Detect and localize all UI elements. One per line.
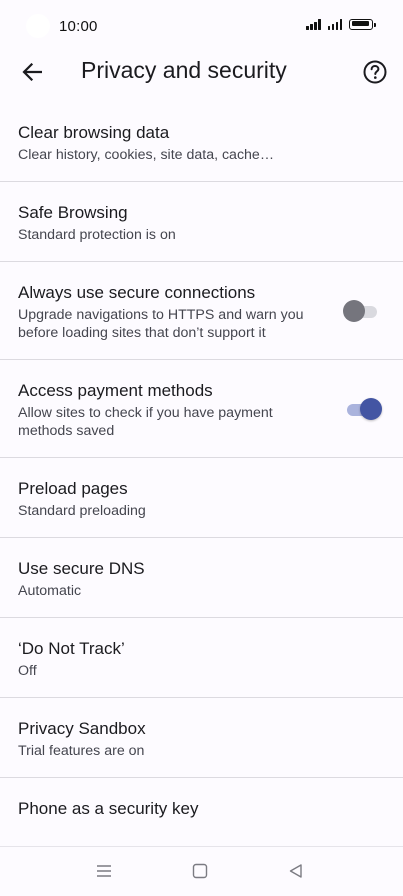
setting-subtitle: Standard protection is on [18,227,176,243]
setting-text: Clear browsing data Clear history, cooki… [18,122,385,164]
setting-subtitle: Clear history, cookies, site data, cache… [18,147,275,163]
secure-connections-toggle[interactable] [343,299,381,323]
setting-subtitle: Upgrade navigations to HTTPS and warn yo… [18,307,304,341]
status-icons [306,19,376,30]
setting-title: Privacy Sandbox [18,719,146,738]
setting-title: ‘Do Not Track’ [18,639,125,658]
setting-access-payment-methods[interactable]: Access payment methods Allow sites to ch… [0,360,403,458]
setting-text: Privacy Sandbox Trial features are on [18,718,385,760]
setting-text: Phone as a security key [18,798,385,818]
camera-cutout [26,14,50,38]
home-square-icon [192,863,208,879]
setting-phone-as-security-key[interactable]: Phone as a security key [0,778,403,818]
setting-title: Always use secure connections [18,283,256,302]
app-bar: Privacy and security [0,52,403,92]
setting-text: Preload pages Standard preloading [18,478,385,520]
battery-icon [349,19,376,30]
setting-privacy-sandbox[interactable]: Privacy Sandbox Trial features are on [0,698,403,778]
help-button[interactable] [362,59,388,85]
home-button[interactable] [191,863,211,881]
setting-title: Safe Browsing [18,203,128,222]
signal-icon [327,19,342,30]
setting-title: Access payment methods [18,381,213,400]
setting-do-not-track[interactable]: ‘Do Not Track’ Off [0,618,403,698]
status-time: 10:00 [59,18,98,35]
toggle-thumb [343,299,365,322]
system-nav-bar [0,846,403,896]
setting-subtitle: Standard preloading [18,503,146,519]
setting-text: Access payment methods Allow sites to ch… [18,380,318,440]
system-back-button[interactable] [287,863,307,881]
back-triangle-icon [289,864,302,878]
setting-clear-browsing-data[interactable]: Clear browsing data Clear history, cooki… [0,102,403,182]
setting-subtitle: Automatic [18,583,82,599]
setting-use-secure-dns[interactable]: Use secure DNS Automatic [0,538,403,618]
setting-subtitle: Allow sites to check if you have payment… [18,405,273,439]
arrow-back-icon [22,63,42,81]
setting-text: ‘Do Not Track’ Off [18,638,385,680]
setting-subtitle: Trial features are on [18,743,145,759]
setting-subtitle: Off [18,663,37,679]
signal-icon [306,19,321,30]
setting-title: Use secure DNS [18,559,145,578]
setting-text: Safe Browsing Standard protection is on [18,202,385,244]
setting-text: Always use secure connections Upgrade na… [18,282,318,342]
setting-title: Preload pages [18,479,128,498]
menu-icon [97,865,111,877]
setting-text: Use secure DNS Automatic [18,558,385,600]
setting-title: Phone as a security key [18,799,199,818]
setting-title: Clear browsing data [18,123,170,142]
setting-preload-pages[interactable]: Preload pages Standard preloading [0,458,403,538]
help-circle-icon [363,60,387,84]
recents-button[interactable] [95,863,115,881]
setting-always-use-secure-connections[interactable]: Always use secure connections Upgrade na… [0,262,403,360]
payment-methods-toggle[interactable] [343,397,382,421]
screen: 10:00 Privacy and security Clear browsin… [0,0,403,896]
toggle-thumb [360,397,382,420]
status-bar: 10:00 [0,0,403,52]
page-title: Privacy and security [81,57,287,83]
settings-list: Clear browsing data Clear history, cooki… [0,102,403,818]
setting-safe-browsing[interactable]: Safe Browsing Standard protection is on [0,182,403,262]
back-button[interactable] [16,58,48,86]
